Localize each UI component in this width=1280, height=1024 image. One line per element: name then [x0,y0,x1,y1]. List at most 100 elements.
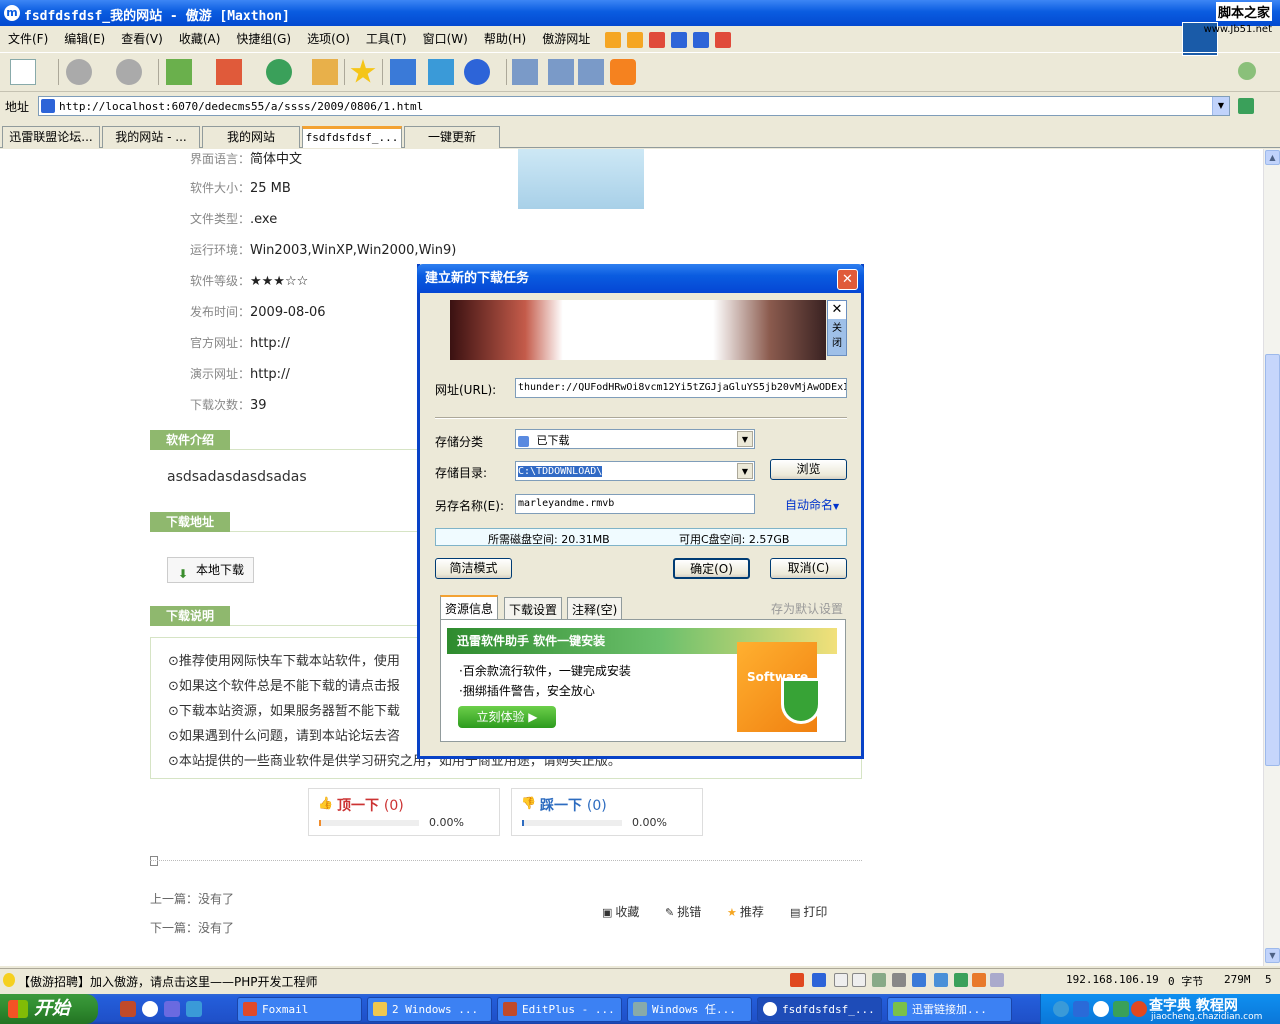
tray-icon[interactable] [1093,1001,1109,1017]
prev-article-link[interactable]: 上一篇：没有了 [150,890,234,907]
vote-up-label[interactable]: 顶一下 (0) [337,795,404,815]
task-xunlei[interactable]: 迅雷链接加... [887,997,1012,1022]
keyboard-icon[interactable] [872,973,886,987]
punct-icon[interactable] [852,973,866,987]
close-tab-icon[interactable] [649,31,666,48]
up-icon[interactable] [166,59,192,85]
dir-select[interactable]: C:\TDDOWNLOAD\ ▼ [515,461,755,481]
tray-icon[interactable] [1073,1001,1089,1017]
qq-icon[interactable] [1131,1001,1147,1017]
stop-icon[interactable] [216,59,242,85]
task-maxthon[interactable]: fsdfdsfdsf_... [757,997,882,1022]
screen-icon[interactable] [990,973,1004,987]
translate-icon[interactable] [390,59,416,85]
info-value[interactable]: http:// [250,336,290,351]
tray-icon[interactable] [1113,1001,1129,1017]
save-default-link[interactable]: 存为默认设置 [771,600,843,617]
task-windows-group[interactable]: 2 Windows ... [367,997,492,1022]
vote-down-box[interactable]: 👎 踩一下 (0) 0.00% [511,788,703,836]
menu-view[interactable]: 查看(V) [113,27,171,50]
ie-icon[interactable] [954,973,968,987]
browse-button[interactable]: 浏览 [770,459,847,480]
scroll-down-icon[interactable]: ▼ [1265,948,1280,963]
tab-download-settings[interactable]: 下载设置 [504,597,563,619]
print-action[interactable]: ▤ 打印 [790,903,827,920]
tab-notes[interactable]: 注释(空) [567,597,623,619]
favorites-star-icon[interactable] [350,59,376,83]
quicklaunch-icon[interactable] [164,1001,180,1017]
go-play-icon[interactable] [1238,62,1256,80]
chevron-down-icon[interactable]: ▼ [737,463,753,479]
status-message[interactable]: 【傲游招聘】加入傲游，请点击这里——PHP开发工程师 [18,973,318,990]
minimize-icon[interactable] [671,31,688,48]
close-window-icon[interactable] [715,31,732,48]
address-input[interactable]: http://localhost:6070/dedecms55/a/ssss/2… [38,96,1230,116]
sogou-icon[interactable] [790,973,804,987]
menu-tools[interactable]: 工具(T) [358,27,415,50]
chevron-down-icon[interactable]: ▼ [737,431,753,447]
task-foxmail[interactable]: Foxmail [237,997,362,1022]
start-button[interactable]: 开始 [0,994,98,1024]
notes-icon[interactable] [578,59,604,85]
ime-icon[interactable] [812,973,826,987]
info-value[interactable]: http:// [250,367,290,382]
tab-fsdfdsfdsf[interactable]: fsdfdsfdsf_... [302,126,402,148]
category-select[interactable]: 已下载 ▼ [515,429,755,449]
net-icon[interactable] [934,973,948,987]
prev-tab-icon[interactable] [605,31,622,48]
next-article-link[interactable]: 下一篇：没有了 [150,919,234,936]
report-error-action[interactable]: ✎ 挑错 [665,903,701,920]
home-icon[interactable] [312,59,338,85]
new-page-icon[interactable] [10,59,36,85]
moon-icon[interactable] [834,973,848,987]
back-icon[interactable] [66,59,92,85]
menu-window[interactable]: 窗口(W) [415,27,476,50]
favorite-action[interactable]: ▣ 收藏 [602,903,639,920]
next-tab-icon[interactable] [627,31,644,48]
recommend-action[interactable]: ★ 推荐 [727,903,764,920]
tab-one-click-update[interactable]: 一键更新 [404,126,500,148]
menu-maxthon-sites[interactable]: 傲游网址 [534,27,598,50]
ad-banner[interactable] [450,300,826,360]
task-windows-task-manager[interactable]: Windows 任... [627,997,752,1022]
restore-icon[interactable] [693,31,710,48]
local-download-button[interactable]: ⬇ 本地下载 [167,557,254,583]
try-now-button[interactable]: 立刻体验 ▶ [458,706,556,728]
cancel-button[interactable]: 取消(C) [770,558,847,579]
menu-options[interactable]: 选项(O) [299,27,358,50]
tray-icon[interactable] [1053,1001,1069,1017]
ok-button[interactable]: 确定(O) [673,558,750,579]
menu-help[interactable]: 帮助(H) [476,27,534,50]
refresh-icon[interactable] [266,59,292,85]
task-editplus[interactable]: EditPlus - ... [497,997,622,1022]
banner-close-button[interactable]: ✕ 关闭 [827,300,847,356]
menu-groups[interactable]: 快捷组(G) [228,27,299,50]
columns-icon[interactable] [512,59,538,85]
scroll-up-icon[interactable]: ▲ [1265,150,1280,165]
menu-edit[interactable]: 编辑(E) [56,27,113,50]
scroll-thumb[interactable] [1265,354,1280,766]
vote-down-label[interactable]: 踩一下 (0) [540,795,607,815]
go-icon[interactable] [1238,98,1254,114]
menu-file[interactable]: 文件(F) [0,27,56,50]
forward-icon[interactable] [116,59,142,85]
vertical-scrollbar[interactable]: ▲ ▼ [1263,149,1280,966]
tab-resource-info[interactable]: 资源信息 [440,595,499,619]
tab-my-site-2[interactable]: 我的网站 [202,126,300,148]
vote-up-box[interactable]: 👍 顶一下 (0) 0.00% [308,788,500,836]
tab-my-site-1[interactable]: 我的网站 - ... [102,126,200,148]
dialog-close-icon[interactable]: ✕ [837,269,858,290]
user-icon[interactable] [892,973,906,987]
address-dropdown-icon[interactable]: ▼ [1212,97,1229,115]
open-window-icon[interactable] [428,59,454,85]
tab-xunlei-forum[interactable]: 迅雷联盟论坛... [2,126,100,148]
sidebar-icon[interactable] [548,59,574,85]
url-field[interactable]: thunder://QUFodHRwOi8vcm12Yi5tZGJjaGluYS… [515,378,847,398]
menu-favorites[interactable]: 收藏(A) [171,27,229,50]
ie-quicklaunch-icon[interactable] [186,1001,202,1017]
saveas-field[interactable]: marleyandme.rmvb [515,494,755,514]
undo-icon[interactable] [464,59,490,85]
rss-icon[interactable] [610,59,636,85]
simple-mode-button[interactable]: 简洁模式 [435,558,512,579]
wrench-icon[interactable] [912,973,926,987]
